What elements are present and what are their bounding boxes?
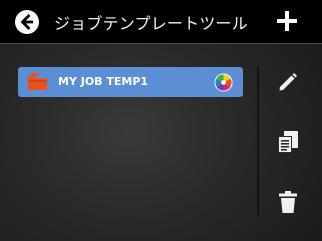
- pencil-icon: [279, 73, 297, 91]
- add-template-button[interactable]: [276, 10, 298, 32]
- color-wheel-icon: [214, 73, 233, 92]
- job-template-tool-screen: ジョブテンプレートツール MY JOB TEMP1: [0, 0, 322, 241]
- edit-button[interactable]: [276, 70, 300, 94]
- copy-button[interactable]: [276, 130, 300, 154]
- delete-button[interactable]: [277, 190, 301, 214]
- template-name: MY JOB TEMP1: [58, 75, 149, 88]
- copy-document-icon: [278, 131, 298, 153]
- back-button[interactable]: [14, 9, 40, 35]
- title-bar: ジョブテンプレートツール: [0, 0, 322, 44]
- page-title: ジョブテンプレートツール: [54, 14, 248, 33]
- plus-icon: [277, 11, 297, 31]
- back-arrow-icon: [15, 10, 39, 34]
- folder-icon: [28, 73, 47, 90]
- template-list-item[interactable]: MY JOB TEMP1: [18, 67, 243, 97]
- panel-divider: [257, 66, 259, 216]
- trash-icon: [279, 191, 297, 213]
